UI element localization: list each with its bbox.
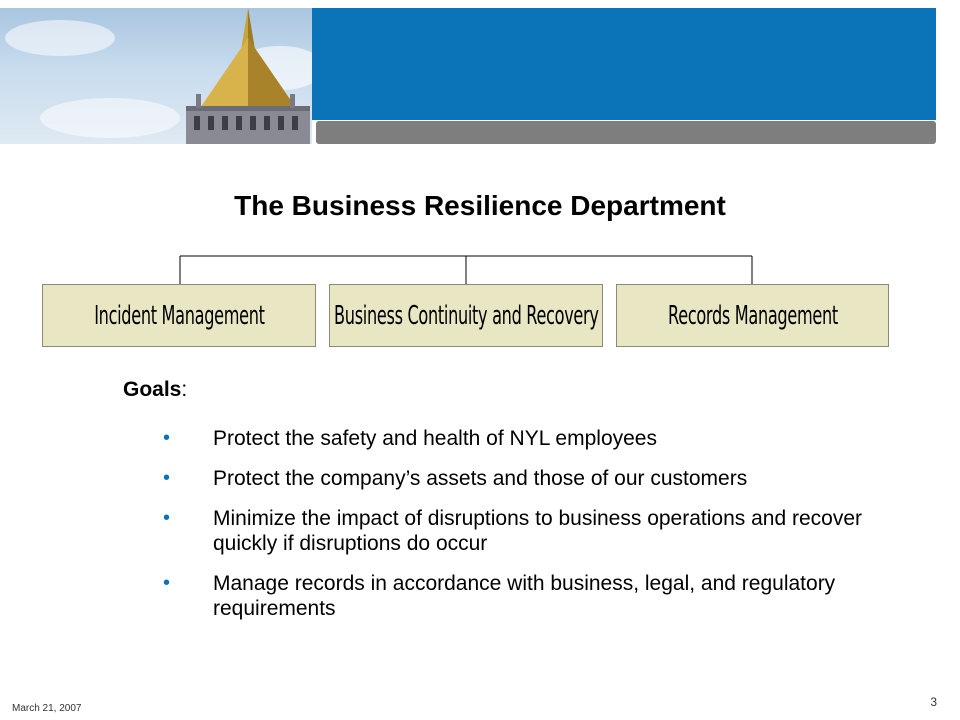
goals-heading: Goals: <box>123 378 187 402</box>
footer-date: March 21, 2007 <box>12 703 82 714</box>
bullet-icon: • <box>163 507 171 529</box>
org-box-label: Records Management <box>667 300 838 331</box>
bullet-icon: • <box>163 467 171 489</box>
bullet-icon: • <box>163 572 171 594</box>
org-box-records-management: Records Management <box>616 284 889 347</box>
list-item: • Protect the safety and health of NYL e… <box>163 426 903 451</box>
bullet-icon: • <box>163 427 171 449</box>
goal-text: Protect the company’s assets and those o… <box>213 467 748 490</box>
goal-text: Manage records in accordance with busine… <box>213 572 836 620</box>
goals-heading-text: Goals <box>123 378 182 401</box>
page-number: 3 <box>930 695 937 709</box>
goal-text: Minimize the impact of disruptions to bu… <box>213 507 862 555</box>
org-box-business-continuity: Business Continuity and Recovery <box>329 284 603 347</box>
list-item: • Minimize the impact of disruptions to … <box>163 506 903 556</box>
goal-text: Protect the safety and health of NYL emp… <box>213 427 657 450</box>
org-box-label: Business Continuity and Recovery <box>333 300 599 331</box>
list-item: • Manage records in accordance with busi… <box>163 571 903 621</box>
list-item: • Protect the company’s assets and those… <box>163 466 903 491</box>
goals-heading-colon: : <box>181 378 188 401</box>
org-box-label: Incident Management <box>93 300 265 331</box>
goals-list: • Protect the safety and health of NYL e… <box>163 426 903 636</box>
org-box-incident-management: Incident Management <box>42 284 316 347</box>
